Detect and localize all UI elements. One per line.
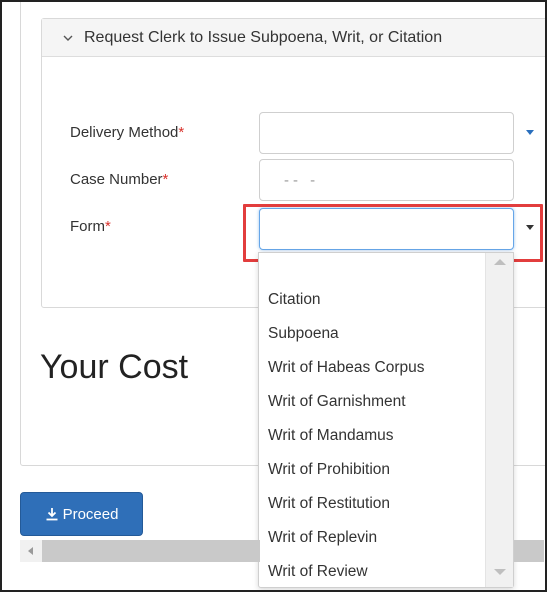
proceed-button[interactable]: Proceed	[20, 492, 143, 536]
accordion-title: Request Clerk to Issue Subpoena, Writ, o…	[84, 28, 443, 46]
form-option[interactable]: Writ of Replevin	[259, 521, 485, 555]
your-cost-title: Your Cost	[40, 348, 189, 386]
form-option[interactable]: Subpoena	[259, 317, 485, 351]
form-option[interactable]: Citation	[259, 283, 485, 317]
accordion-header[interactable]: Request Clerk to Issue Subpoena, Writ, o…	[42, 19, 547, 57]
case-number-placeholder: -- -	[284, 171, 320, 189]
horizontal-scrollbar-thumb[interactable]	[514, 540, 544, 562]
required-marker: *	[105, 218, 111, 235]
required-marker: *	[178, 124, 185, 141]
form-label: Form*	[70, 218, 111, 235]
delivery-method-label: Delivery Method*	[70, 124, 185, 141]
form-option[interactable]: Writ of Prohibition	[259, 453, 485, 487]
download-icon	[45, 507, 59, 521]
form-option[interactable]: Writ of Mandamus	[259, 419, 485, 453]
form-option[interactable]: Writ of Habeas Corpus	[259, 351, 485, 385]
form-options: Citation Subpoena Writ of Habeas Corpus Wri…	[259, 283, 485, 589]
delivery-method-caret-icon[interactable]	[526, 130, 534, 135]
scroll-down-icon[interactable]	[494, 569, 506, 575]
required-marker: *	[162, 171, 169, 188]
proceed-label: Proceed	[62, 505, 119, 523]
form-option[interactable]: Writ of Garnishment	[259, 385, 485, 419]
scroll-left-icon[interactable]	[28, 547, 33, 555]
dropdown-scrollbar[interactable]	[485, 253, 513, 587]
scroll-up-icon[interactable]	[494, 259, 506, 265]
case-number-input[interactable]: -- -	[259, 159, 514, 201]
chevron-down-icon	[62, 31, 76, 45]
case-number-label: Case Number*	[70, 171, 169, 188]
form-dropdown-list[interactable]: Citation Subpoena Writ of Habeas Corpus Wri…	[258, 252, 514, 588]
delivery-method-select[interactable]	[259, 112, 514, 154]
horizontal-scrollbar[interactable]	[20, 540, 260, 562]
form-option[interactable]: Writ of Review	[259, 555, 485, 589]
form-option[interactable]: Writ of Restitution	[259, 487, 485, 521]
